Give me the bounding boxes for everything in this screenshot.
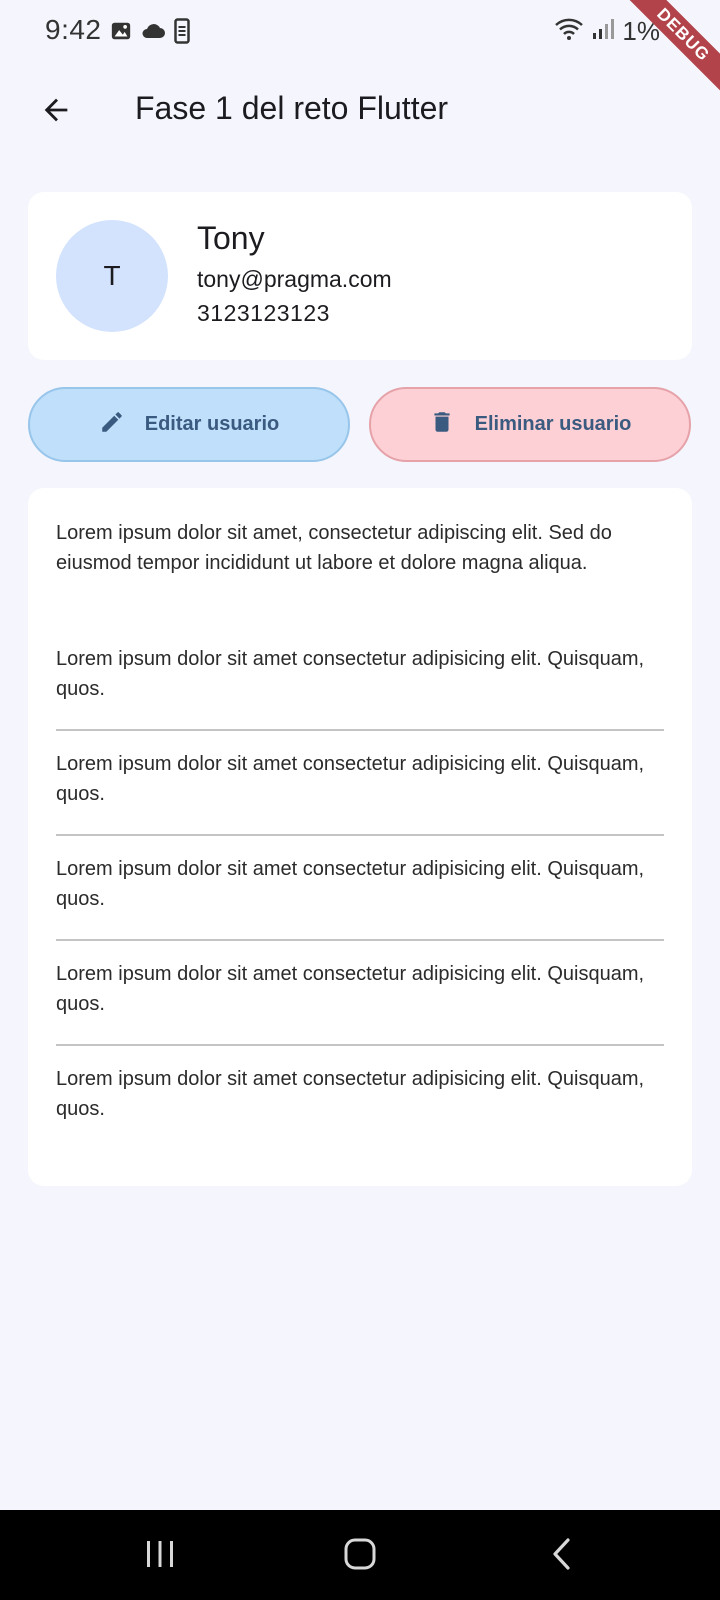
back-button[interactable] — [28, 84, 84, 140]
list-item: Lorem ipsum dolor sit amet consectetur a… — [56, 648, 645, 700]
app-bar: Fase 1 del reto Flutter — [0, 64, 720, 160]
recent-apps-button[interactable] — [136, 1532, 184, 1580]
user-email: tony@pragma.com — [197, 266, 392, 292]
list-item: Lorem ipsum dolor sit amet consectetur a… — [56, 1068, 645, 1120]
intro-paragraph: Lorem ipsum dolor sit amet, consectetur … — [56, 522, 612, 574]
list-item: Lorem ipsum dolor sit amet consectetur a… — [56, 753, 645, 805]
page-title: Fase 1 del reto Flutter — [135, 90, 449, 126]
signal-icon — [592, 18, 615, 45]
avatar: T — [56, 220, 168, 332]
user-name: Tony — [197, 220, 265, 256]
edit-user-button[interactable]: Editar usuario — [28, 387, 350, 462]
pencil-icon — [99, 409, 125, 441]
status-icons-left — [110, 18, 190, 49]
edit-user-label: Editar usuario — [144, 413, 280, 435]
status-icons-right: 1% — [554, 16, 660, 47]
divider — [56, 834, 664, 836]
trash-icon — [429, 409, 455, 441]
back-icon — [548, 1537, 576, 1576]
recent-apps-icon — [143, 1538, 177, 1575]
divider — [56, 729, 664, 731]
wifi-icon — [554, 17, 584, 46]
delete-user-label: Eliminar usuario — [474, 413, 632, 435]
home-icon — [343, 1537, 377, 1576]
phone-icon — [174, 18, 190, 49]
arrow-back-icon — [39, 93, 73, 132]
divider — [56, 1044, 664, 1046]
system-back-button[interactable] — [538, 1532, 586, 1580]
status-time: 9:42 — [45, 14, 102, 45]
system-nav-bar — [0, 1510, 720, 1600]
divider — [56, 939, 664, 941]
status-bar: 9:42 1% — [0, 0, 720, 64]
home-button[interactable] — [336, 1532, 384, 1580]
image-icon — [110, 20, 132, 47]
user-phone: 3123123123 — [197, 300, 330, 326]
list-item: Lorem ipsum dolor sit amet consectetur a… — [56, 858, 645, 910]
screen: 9:42 1% DEBUG Fase 1 del reto Flutter T … — [0, 0, 720, 1600]
profile-card: T Tony tony@pragma.com 3123123123 — [28, 192, 692, 360]
list-item: Lorem ipsum dolor sit amet consectetur a… — [56, 963, 645, 1015]
delete-user-button[interactable]: Eliminar usuario — [369, 387, 691, 462]
cloud-icon — [140, 21, 166, 46]
content-card: Lorem ipsum dolor sit amet, consectetur … — [28, 488, 692, 1186]
